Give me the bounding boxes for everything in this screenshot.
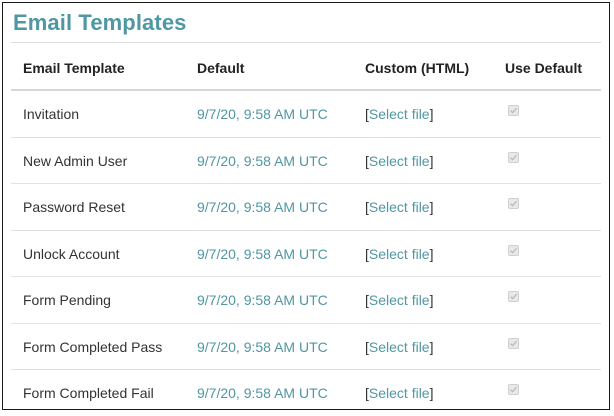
template-name: Invitation [23, 106, 80, 122]
use-default-checkbox[interactable] [508, 105, 519, 116]
use-default-checkbox[interactable] [508, 151, 519, 163]
template-name: Password Reset [23, 199, 125, 215]
custom-file-cell: [Select file] [365, 153, 433, 169]
check-icon [510, 154, 518, 161]
default-template-link[interactable]: 9/7/20, 9:58 AM UTC [197, 246, 328, 262]
template-name: Unlock Account [23, 245, 120, 262]
check-icon [510, 386, 518, 393]
check-icon [510, 107, 518, 114]
default-template-link[interactable]: 9/7/20, 9:58 AM UTC [197, 292, 328, 308]
custom-file-cell: [Select file] [365, 246, 433, 262]
use-default-checkbox[interactable] [508, 198, 519, 209]
table-row: Invitation 9/7/20, 9:58 AM UTC [Select f… [11, 91, 601, 138]
bracket-close: ] [429, 199, 434, 215]
custom-file-cell: [Select file] [365, 339, 433, 355]
select-file-link[interactable]: Select file [369, 246, 430, 262]
table-row: Form Completed Pass 9/7/20, 9:58 AM UTC … [11, 324, 601, 370]
check-icon [510, 247, 518, 254]
select-file-link[interactable]: Select file [369, 339, 430, 355]
header-use-default: Use Default [505, 60, 583, 76]
bracket-close: ] [429, 292, 434, 308]
template-name: New Admin User [23, 152, 128, 169]
select-file-link[interactable]: Select file [369, 385, 430, 401]
check-icon [510, 340, 518, 347]
template-name: Form Pending [23, 292, 111, 308]
use-default-checkbox[interactable] [508, 244, 519, 256]
default-template-link[interactable]: 9/7/20, 9:58 AM UTC [197, 339, 328, 355]
bracket-close: ] [429, 245, 434, 262]
use-default-checkbox[interactable] [508, 291, 519, 302]
bracket-close: ] [429, 385, 434, 401]
table-row: Form Pending 9/7/20, 9:58 AM UTC [Select… [11, 277, 601, 324]
bracket-close: ] [429, 152, 434, 169]
default-template-link[interactable]: 9/7/20, 9:58 AM UTC [197, 153, 328, 169]
table-row: Form Completed Fail 9/7/20, 9:58 AM UTC … [11, 370, 601, 416]
bracket-close: ] [429, 106, 434, 122]
default-template-link[interactable]: 9/7/20, 9:58 AM UTC [197, 385, 328, 401]
select-file-link[interactable]: Select file [369, 153, 430, 169]
header-email-template: Email Template [23, 60, 125, 76]
default-template-link[interactable]: 9/7/20, 9:58 AM UTC [197, 106, 328, 122]
template-name: Form Completed Fail [23, 385, 154, 401]
table-row: Unlock Account 9/7/20, 9:58 AM UTC [Sele… [11, 231, 601, 277]
use-default-checkbox[interactable] [508, 337, 519, 349]
table-row: New Admin User 9/7/20, 9:58 AM UTC [Sele… [11, 138, 601, 184]
custom-file-cell: [Select file] [365, 292, 433, 308]
template-name: Form Completed Pass [23, 338, 163, 355]
default-template-link[interactable]: 9/7/20, 9:58 AM UTC [197, 199, 328, 215]
select-file-link[interactable]: Select file [369, 106, 430, 122]
table-body: Invitation 9/7/20, 9:58 AM UTC [Select f… [11, 91, 601, 416]
header-custom-html: Custom (HTML) [365, 60, 470, 76]
check-icon [510, 200, 518, 207]
bracket-close: ] [429, 338, 434, 355]
custom-file-cell: [Select file] [365, 199, 433, 215]
custom-file-cell: [Select file] [365, 385, 433, 401]
email-templates-panel: Email Templates Email Template Default C… [2, 2, 610, 410]
table-row: Password Reset 9/7/20, 9:58 AM UTC [Sele… [11, 184, 601, 231]
select-file-link[interactable]: Select file [369, 292, 430, 308]
page-title: Email Templates [13, 10, 187, 35]
table-header: Email Template Default Custom (HTML) Use… [11, 43, 601, 91]
custom-file-cell: [Select file] [365, 106, 433, 122]
select-file-link[interactable]: Select file [369, 199, 430, 215]
header-default: Default [197, 60, 245, 76]
check-icon [510, 293, 518, 300]
use-default-checkbox[interactable] [508, 384, 519, 395]
